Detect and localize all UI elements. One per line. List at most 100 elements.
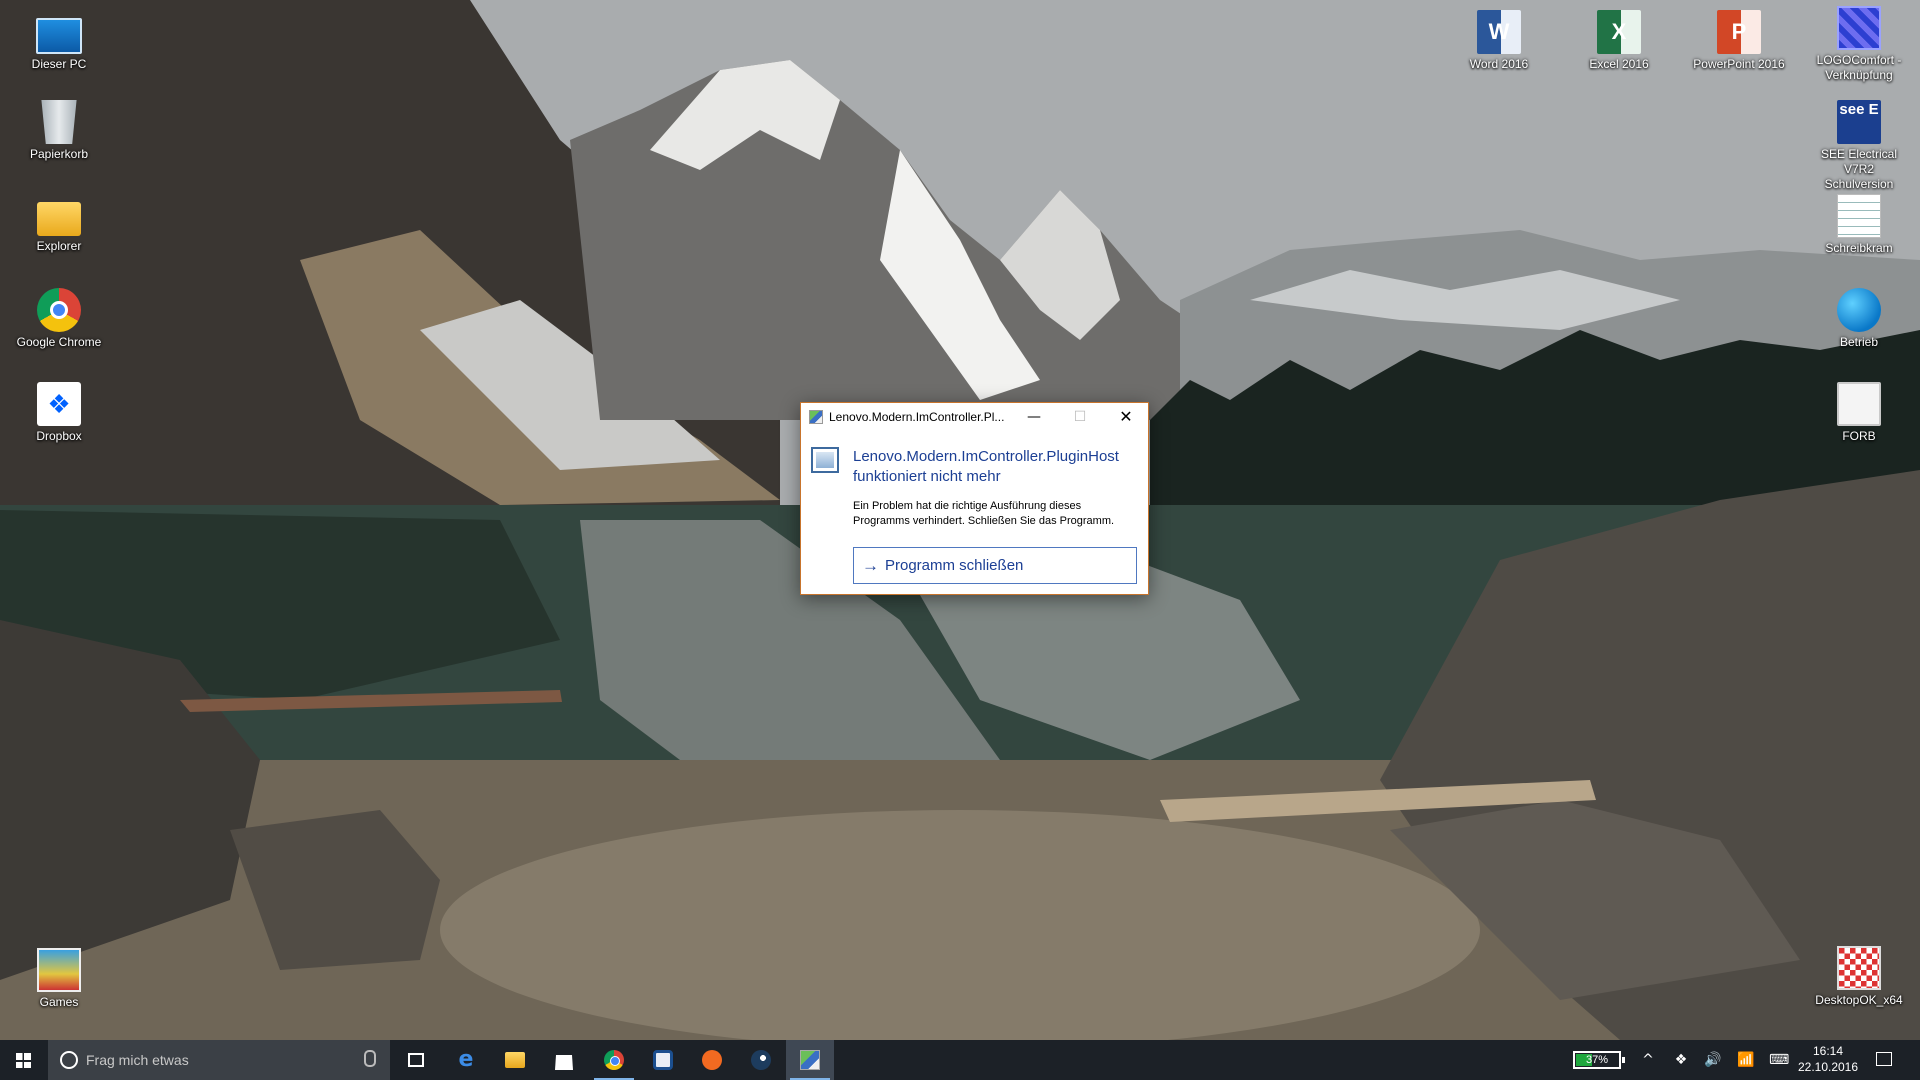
taskbar-file-explorer[interactable]	[491, 1040, 539, 1080]
taskbar-shield-app[interactable]	[639, 1040, 687, 1080]
desktop-icon-label: LOGOComfort -	[1816, 53, 1902, 67]
clipboard-icon	[1837, 382, 1881, 426]
steam-icon	[751, 1050, 771, 1070]
desktopok-icon	[1837, 946, 1881, 990]
search-placeholder: Frag mich etwas	[86, 1052, 189, 1068]
desktop-icon-desktopok[interactable]: DesktopOK_x64	[1809, 946, 1909, 1008]
close-button[interactable]: ✕	[1103, 403, 1149, 431]
desktop-icon-label: Betrieb	[1839, 335, 1879, 349]
logocomfort-icon	[1837, 6, 1881, 50]
desktop-icon-label: Dropbox	[36, 429, 82, 443]
desktop-icon-label: Games	[39, 995, 79, 1009]
minimize-button[interactable]: —	[1011, 403, 1057, 431]
task-view-icon	[408, 1053, 424, 1067]
wifi-icon[interactable]: 📶	[1736, 1050, 1756, 1070]
dialog-heading-line1: Lenovo.Modern.ImController.PluginHost	[853, 448, 1119, 465]
close-program-label: Programm schließen	[885, 557, 1024, 574]
games-icon	[37, 948, 81, 992]
battery-terminal	[1622, 1057, 1625, 1063]
shield-icon	[653, 1050, 673, 1070]
dialog-titlebar[interactable]: Lenovo.Modern.ImController.Pl... — ☐ ✕	[801, 403, 1148, 431]
notepad-icon	[1837, 194, 1881, 238]
keyboard-icon[interactable]: ⌨	[1769, 1050, 1789, 1070]
taskbar-steam[interactable]	[737, 1040, 785, 1080]
taskbar-chrome[interactable]	[590, 1040, 638, 1080]
desktop-icon-dieser-pc[interactable]: Dieser PC	[9, 12, 109, 72]
chevron-up-icon[interactable]: ^	[1638, 1050, 1658, 1070]
volume-icon[interactable]: 🔊	[1703, 1050, 1723, 1070]
desktop-icon-label: Google Chrome	[16, 335, 102, 349]
chrome-icon	[37, 288, 81, 332]
excel-icon: X	[1597, 10, 1641, 54]
desktop-icon-explorer[interactable]: Explorer	[9, 194, 109, 254]
desktop-icon-label: Schulversion	[1824, 177, 1894, 191]
desktop-icon-schreibkram[interactable]: Schreibkram	[1809, 194, 1909, 256]
cortana-icon	[60, 1051, 78, 1069]
taskbar: Frag mich etwas e 37% ^ ❖ 🔊 📶 ⌨ 16:14 22…	[0, 1040, 1920, 1080]
windows-logo-icon	[16, 1053, 31, 1068]
dialog-title: Lenovo.Modern.ImController.Pl...	[829, 410, 1005, 424]
desktop-icon-see-electrical[interactable]: see E SEE Electrical V7R2 Schulversion	[1809, 100, 1909, 192]
desktop-icon-label: Schreibkram	[1825, 241, 1893, 255]
system-clock[interactable]: 16:14 22.10.2016	[1788, 1043, 1868, 1075]
origin-icon	[702, 1050, 722, 1070]
desktop-icon-google-chrome[interactable]: Google Chrome	[9, 288, 109, 350]
desktop-icon-label: Excel 2016	[1589, 57, 1649, 71]
chrome-icon	[604, 1050, 624, 1070]
dropbox-tray-icon[interactable]: ❖	[1671, 1050, 1691, 1070]
battery-indicator[interactable]: 37%	[1573, 1051, 1625, 1069]
maximize-button: ☐	[1073, 409, 1087, 425]
taskbar-origin[interactable]	[688, 1040, 736, 1080]
lenovo-app-icon	[800, 1050, 820, 1070]
microphone-icon[interactable]	[364, 1050, 376, 1067]
start-button[interactable]	[0, 1040, 48, 1080]
desktop-icon-label: PowerPoint 2016	[1693, 57, 1785, 71]
desktop-icon-label: DesktopOK_x64	[1815, 993, 1903, 1007]
desktop-icon-logocomfort[interactable]: LOGOComfort - Verknüpfung	[1809, 6, 1909, 83]
desktop-icon-excel-2016[interactable]: X Excel 2016	[1569, 10, 1669, 72]
desktop-icon-forb[interactable]: FORB	[1809, 382, 1909, 444]
recycle-bin-icon	[41, 100, 77, 144]
taskbar-edge[interactable]: e	[442, 1040, 490, 1080]
dialog-heading-line2: funktioniert nicht mehr	[853, 468, 1001, 485]
dialog-message-line2: Programms verhindert. Schließen Sie das …	[853, 515, 1115, 527]
store-icon	[555, 1055, 573, 1070]
close-program-button[interactable]: → Programm schließen	[853, 547, 1137, 584]
desktop-icon-label: Explorer	[36, 239, 82, 253]
desktop-icon-label: Papierkorb	[29, 147, 89, 161]
dialog-heading: Lenovo.Modern.ImController.PluginHost fu…	[853, 447, 1143, 487]
desktop-icon-label: Dieser PC	[31, 57, 87, 71]
dialog-message-line1: Ein Problem hat die richtige Ausführung …	[853, 500, 1082, 512]
desktop-icon-dropbox[interactable]: ❖ Dropbox	[9, 382, 109, 444]
error-dialog: Lenovo.Modern.ImController.Pl... — ☐ ✕ L…	[800, 402, 1149, 595]
taskbar-store[interactable]	[540, 1040, 588, 1080]
desktop-icon-word-2016[interactable]: W Word 2016	[1449, 10, 1549, 72]
desktop-icon-label: FORB	[1842, 429, 1876, 443]
see-electrical-icon: see E	[1837, 100, 1881, 144]
arrow-right-icon: →	[862, 555, 879, 575]
program-window-icon	[811, 447, 839, 473]
taskbar-task-view[interactable]	[392, 1040, 440, 1080]
clock-time: 16:14	[1812, 1044, 1844, 1058]
desktop-icon-label: Word 2016	[1469, 57, 1529, 71]
desktop-icon-powerpoint-2016[interactable]: P PowerPoint 2016	[1689, 10, 1789, 72]
battery-percent: 37%	[1585, 1054, 1609, 1066]
dropbox-icon: ❖	[37, 382, 81, 426]
desktop-icon-papierkorb[interactable]: Papierkorb	[9, 100, 109, 162]
desktop-icon-betrieb[interactable]: Betrieb	[1809, 288, 1909, 350]
word-icon: W	[1477, 10, 1521, 54]
betrieb-icon	[1837, 288, 1881, 332]
edge-icon: e	[458, 1047, 474, 1072]
desktop-icon-label: SEE Electrical V7R2	[1820, 147, 1898, 176]
cortana-search-box[interactable]: Frag mich etwas	[48, 1040, 390, 1080]
dialog-message: Ein Problem hat die richtige Ausführung …	[853, 499, 1143, 529]
taskbar-lenovo-plugin-host[interactable]	[786, 1040, 834, 1080]
folder-icon	[505, 1052, 525, 1068]
powerpoint-icon: P	[1717, 10, 1761, 54]
lenovo-app-icon	[809, 410, 823, 424]
clock-date: 22.10.2016	[1797, 1060, 1859, 1074]
action-center-icon[interactable]	[1876, 1052, 1892, 1066]
desktop-icon-label: Verknüpfung	[1825, 68, 1893, 82]
computer-icon	[36, 18, 82, 54]
desktop-icon-games[interactable]: Games	[9, 948, 109, 1010]
